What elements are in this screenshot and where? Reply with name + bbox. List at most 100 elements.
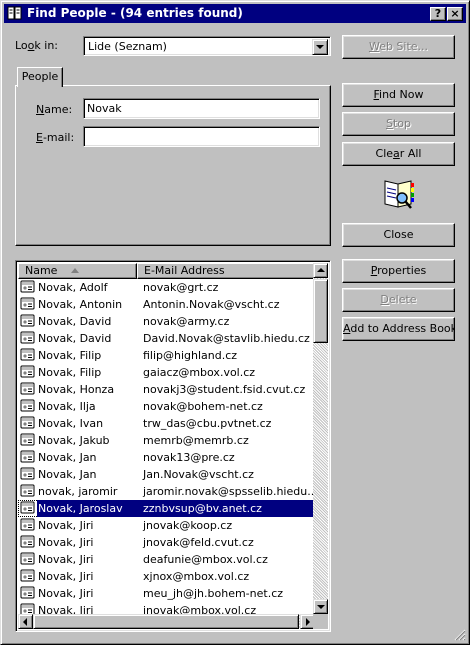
- horizontal-scrollbar[interactable]: [18, 614, 315, 629]
- table-row[interactable]: Novak, Antonin Antonin.Novak@vscht.cz: [18, 296, 317, 313]
- table-row[interactable]: Novak, Filip filip@highland.cz: [18, 347, 317, 364]
- contact-email: memrb@memrb.cz: [143, 434, 249, 447]
- vertical-scroll-thumb[interactable]: [313, 279, 328, 343]
- contact-name: Novak, David: [38, 315, 112, 328]
- contact-card-icon: [20, 297, 36, 311]
- add-to-address-book-button[interactable]: Add to Address Book: [342, 317, 455, 341]
- contact-email: gaiacz@mbox.vol.cz: [143, 366, 256, 379]
- delete-button[interactable]: Delete: [342, 288, 455, 312]
- column-header-email-label: E-Mail Address: [144, 264, 225, 277]
- results-list[interactable]: Name E-Mail Address Novak, Adolf novak@gr…: [15, 260, 331, 632]
- horizontal-scroll-thumb[interactable]: [33, 614, 299, 629]
- sort-ascending-icon: [71, 268, 79, 273]
- contact-name: novak, jaromir: [38, 485, 118, 498]
- contact-name: Novak, Jan: [38, 468, 97, 481]
- scroll-up-button[interactable]: [313, 263, 328, 278]
- contact-name: Novak, Adolf: [38, 281, 108, 294]
- table-row[interactable]: Novak, Jiri jnovak@koop.cz: [18, 517, 317, 534]
- chevron-down-icon: [316, 45, 324, 49]
- contact-email: trw_das@cbu.pvtnet.cz: [143, 417, 272, 430]
- table-row[interactable]: Novak, Jakub memrb@memrb.cz: [18, 432, 317, 449]
- column-header-email[interactable]: E-Mail Address: [137, 263, 315, 279]
- table-row[interactable]: Novak, Adolf novak@grt.cz: [18, 279, 317, 296]
- look-in-dropdown[interactable]: Lide (Seznam): [83, 36, 331, 56]
- table-row[interactable]: Novak, Filip gaiacz@mbox.vol.cz: [18, 364, 317, 381]
- contact-email: Jan.Novak@vscht.cz: [143, 468, 254, 481]
- contact-name: Novak, Ivan: [38, 417, 104, 430]
- contact-email: novakj3@student.fsid.cvut.cz: [143, 383, 306, 396]
- contact-email: jnovak@feld.cvut.cz: [143, 536, 254, 549]
- table-row[interactable]: Novak, David David.Novak@stavlib.hiedu.cz: [18, 330, 317, 347]
- contact-name: Novak, Filip: [38, 366, 102, 379]
- table-row[interactable]: Novak, Ivan trw_das@cbu.pvtnet.cz: [18, 415, 317, 432]
- table-row[interactable]: Novak, Jiri deafunie@mbox.vol.cz: [18, 551, 317, 568]
- contact-name: Novak, Jiri: [38, 570, 94, 583]
- table-row[interactable]: Novak, Jaroslav zznbvsup@bv.anet.cz: [18, 500, 317, 517]
- properties-button[interactable]: Properties: [342, 259, 455, 283]
- name-label: Name:: [36, 103, 73, 116]
- contact-email: novak@grt.cz: [143, 281, 219, 294]
- table-row[interactable]: Novak, Honza novakj3@student.fsid.cvut.cz: [18, 381, 317, 398]
- contact-name: Novak, Jiri: [38, 553, 94, 566]
- table-row[interactable]: Novak, Ilja novak@bohem-net.cz: [18, 398, 317, 415]
- contact-card-icon: [20, 552, 36, 566]
- name-input[interactable]: Novak: [83, 98, 320, 119]
- contact-card-icon: [20, 416, 36, 430]
- contact-name: Novak, Jan: [38, 451, 97, 464]
- contact-card-icon: [20, 467, 36, 481]
- contact-email: jaromir.novak@spsselib.hiedu...: [143, 485, 317, 498]
- stop-button[interactable]: Stop: [342, 112, 455, 136]
- look-in-label: Look in:: [15, 39, 59, 52]
- contact-card-icon: [20, 535, 36, 549]
- table-row[interactable]: Novak, Jiri xjnox@mbox.vol.cz: [18, 568, 317, 585]
- contact-email: Antonin.Novak@vscht.cz: [143, 298, 280, 311]
- contact-email: meu_jh@jh.bohem-net.cz: [143, 587, 284, 600]
- contact-card-icon: [20, 518, 36, 532]
- scrollbar-corner: [313, 614, 328, 629]
- scroll-down-button[interactable]: [313, 599, 328, 614]
- contact-name: Novak, Filip: [38, 349, 102, 362]
- title-bar[interactable]: Find People - (94 entries found) ? ×: [4, 4, 466, 23]
- scroll-left-button[interactable]: [18, 614, 33, 629]
- contact-card-icon: [20, 586, 36, 600]
- table-row[interactable]: Novak, David novak@army.cz: [18, 313, 317, 330]
- contact-card-icon: [20, 501, 36, 515]
- contact-name: Novak, Antonin: [38, 298, 123, 311]
- email-label: E-mail:: [36, 131, 75, 144]
- address-book-icon: [7, 6, 22, 20]
- contact-email: filip@highland.cz: [143, 349, 238, 362]
- find-people-window: Find People - (94 entries found) ? × Loo…: [0, 0, 470, 645]
- find-now-button[interactable]: Find Now: [342, 83, 455, 107]
- contact-card-icon: [20, 433, 36, 447]
- web-site-button[interactable]: Web Site...: [342, 35, 455, 59]
- table-row[interactable]: Novak, Jan novak13@pre.cz: [18, 449, 317, 466]
- help-button[interactable]: ?: [430, 7, 446, 21]
- contact-email: deafunie@mbox.vol.cz: [143, 553, 268, 566]
- tab-people[interactable]: People: [17, 67, 63, 87]
- contact-name: Novak, Ilja: [38, 400, 96, 413]
- contact-name: Novak, Jaroslav: [37, 500, 139, 517]
- arrow-right-icon: [306, 618, 310, 626]
- contact-card-icon: [20, 399, 36, 413]
- contact-card-icon: [20, 348, 36, 362]
- contact-email: novak@bohem-net.cz: [143, 400, 263, 413]
- name-input-value: Novak: [87, 102, 122, 115]
- table-row[interactable]: Novak, Jiri jnovak@feld.cvut.cz: [18, 534, 317, 551]
- dropdown-arrow-button[interactable]: [312, 39, 328, 55]
- vertical-scrollbar[interactable]: [313, 263, 328, 614]
- table-row[interactable]: Novak, Jan Jan.Novak@vscht.cz: [18, 466, 317, 483]
- column-header-name[interactable]: Name: [18, 263, 137, 279]
- table-row[interactable]: novak, jaromir jaromir.novak@spsselib.hie…: [18, 483, 317, 500]
- close-button[interactable]: Close: [342, 223, 455, 247]
- contact-name: Novak, Jiri: [38, 587, 94, 600]
- table-row[interactable]: Novak, Jiri meu_jh@jh.bohem-net.cz: [18, 585, 317, 602]
- email-input[interactable]: [83, 126, 320, 147]
- contact-email: novak13@pre.cz: [143, 451, 235, 464]
- resize-grip-icon[interactable]: [454, 629, 466, 641]
- contact-card-icon: [20, 484, 36, 498]
- close-window-button[interactable]: ×: [447, 7, 463, 21]
- column-header-name-label: Name: [25, 264, 58, 277]
- clear-all-button[interactable]: Clear All: [342, 142, 455, 166]
- arrow-left-icon: [23, 618, 27, 626]
- contact-name: Novak, Jiri: [38, 519, 94, 532]
